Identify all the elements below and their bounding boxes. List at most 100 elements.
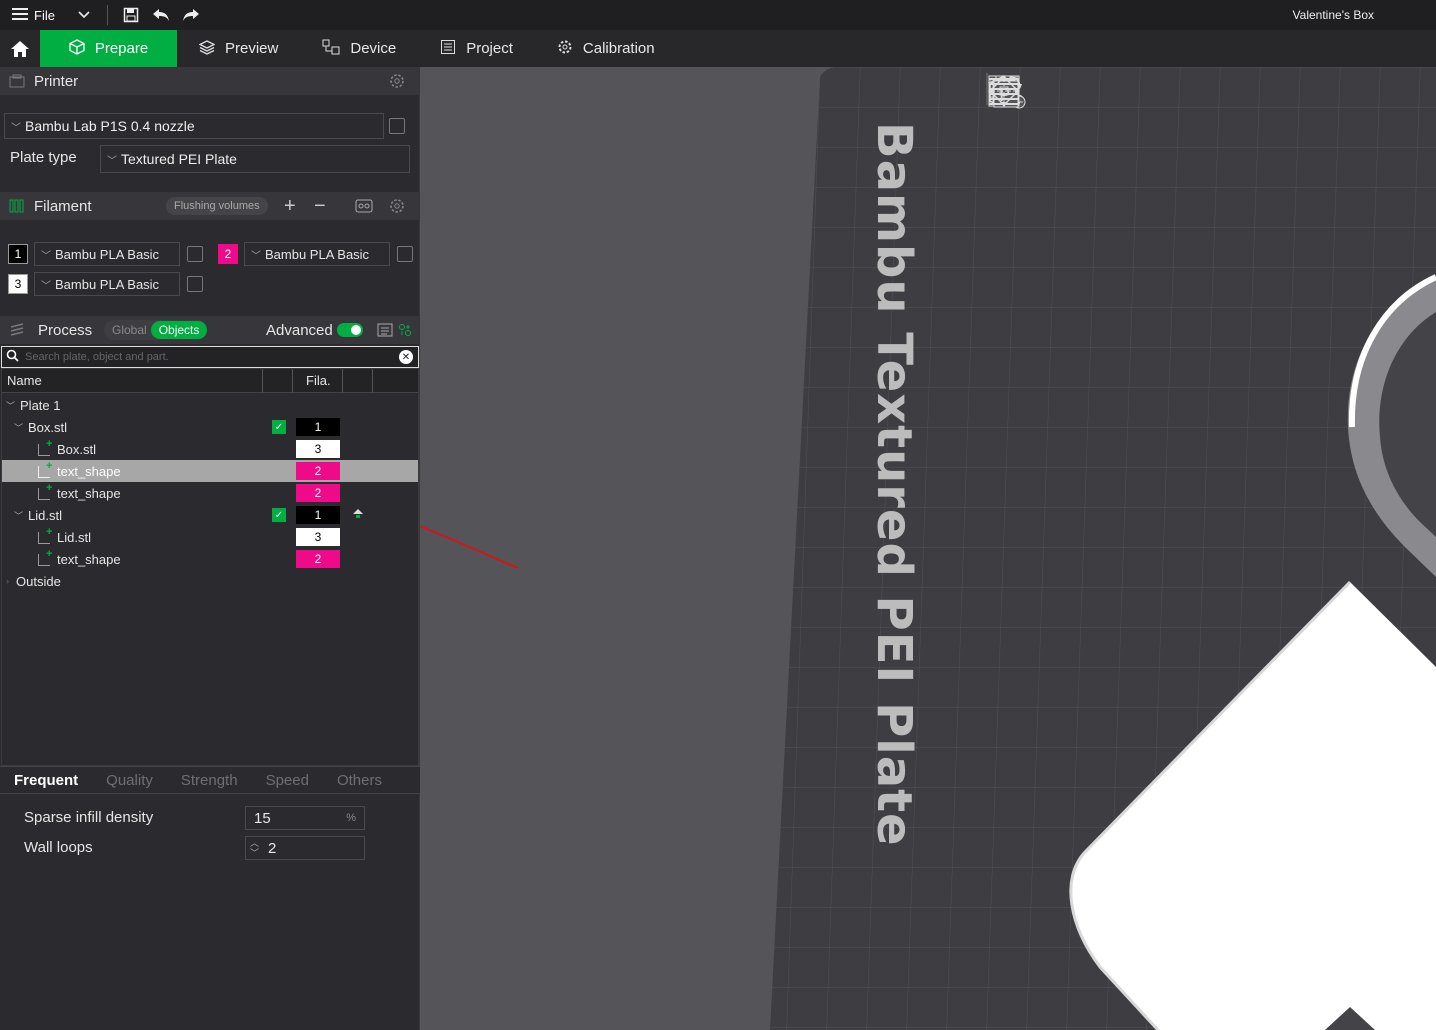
- parameter-tabs: Frequent Quality Strength Speed Others: [0, 766, 420, 794]
- grid-settings-icon[interactable]: [396, 321, 414, 339]
- redo-icon[interactable]: [176, 3, 206, 27]
- column-name-header[interactable]: Name: [7, 373, 42, 388]
- column-fila-header[interactable]: Fila.: [306, 373, 331, 388]
- filament-badge[interactable]: 2: [296, 484, 340, 502]
- column-divider: [342, 369, 343, 393]
- tab-label: Preview: [225, 40, 279, 57]
- cube-icon: [69, 38, 85, 59]
- plate-type-label: Plate type: [10, 149, 77, 166]
- edit-icon[interactable]: [187, 276, 203, 292]
- object-search-input[interactable]: Search plate, object and part. ✕: [1, 346, 419, 368]
- arrange-icon[interactable]: [988, 73, 1160, 109]
- file-menu[interactable]: File: [0, 7, 55, 24]
- tree-row-part[interactable]: + text_shape 2: [2, 548, 418, 570]
- column-divider: [262, 369, 263, 393]
- tab-label: Prepare: [94, 40, 149, 57]
- visibility-checkbox[interactable]: ✓: [272, 420, 286, 434]
- annotation-arrow: [420, 525, 519, 569]
- add-filament-icon[interactable]: +: [284, 195, 296, 218]
- printer-select[interactable]: ﹀ Bambu Lab P1S 0.4 nozzle: [4, 113, 384, 139]
- stepper-arrows-icon[interactable]: ︿ ﹀: [250, 838, 259, 858]
- tab-quality[interactable]: Quality: [92, 772, 167, 789]
- filament-badge[interactable]: 3: [296, 440, 340, 458]
- tab-strength[interactable]: Strength: [167, 772, 252, 789]
- gear-icon: [557, 39, 573, 59]
- filament-name: Bambu PLA Basic: [55, 246, 160, 262]
- edit-icon[interactable]: [389, 118, 405, 134]
- file-menu-label: File: [34, 7, 55, 23]
- filament-badge[interactable]: 1: [296, 506, 340, 524]
- object-list: Name Fila. ﹀ Plate 1 ﹀ Box.stl ✓ 1 + Box…: [1, 368, 419, 766]
- filament-badge[interactable]: 1: [296, 418, 340, 436]
- tree-row-object[interactable]: ﹀ Box.stl ✓ 1: [2, 416, 418, 438]
- filament-section-header: Filament Flushing volumes + −: [0, 192, 420, 220]
- tab-device[interactable]: Device: [300, 30, 418, 67]
- sparse-infill-label: Sparse infill density: [24, 809, 154, 826]
- filament-badge[interactable]: 2: [296, 550, 340, 568]
- settings-icon[interactable]: [388, 72, 406, 90]
- rotate-icon[interactable]: [988, 73, 1410, 109]
- plate-type-select[interactable]: ﹀ Textured PEI Plate: [100, 145, 410, 173]
- filament-badge[interactable]: 3: [296, 528, 340, 546]
- tab-calibration[interactable]: Calibration: [535, 30, 677, 67]
- visibility-checkbox[interactable]: ✓: [272, 508, 286, 522]
- tab-frequent[interactable]: Frequent: [0, 772, 92, 789]
- printer-icon: [8, 72, 26, 90]
- 3d-viewport[interactable]: Bambu Textured PEI Plate AUTO P: [420, 67, 1436, 1030]
- split-objects-icon[interactable]: [990, 73, 1206, 109]
- tab-speed[interactable]: Speed: [252, 772, 323, 789]
- tab-project[interactable]: Project: [418, 30, 535, 67]
- chevron-down-icon: ﹀: [11, 122, 21, 134]
- tree-row-label: text_shape: [57, 551, 121, 567]
- edit-icon[interactable]: [397, 246, 413, 262]
- printer-section-header: Printer: [0, 67, 420, 95]
- add-plate-icon[interactable]: [988, 73, 1068, 109]
- part-add-icon: +: [46, 526, 53, 538]
- clear-search-icon[interactable]: ✕: [399, 350, 413, 364]
- filament-badge[interactable]: 2: [296, 462, 340, 480]
- global-toggle[interactable]: Global: [112, 323, 147, 337]
- tree-row-part[interactable]: + Lid.stl 3: [2, 526, 418, 548]
- filament-slot-number: 2: [218, 244, 238, 264]
- layer-editing-icon[interactable]: [989, 73, 1298, 109]
- filament-select[interactable]: ﹀ Bambu PLA Basic: [34, 272, 180, 296]
- filament-select[interactable]: ﹀ Bambu PLA Basic: [34, 242, 180, 266]
- edit-icon[interactable]: [187, 246, 203, 262]
- tree-row-plate[interactable]: › Outside: [2, 570, 418, 592]
- save-icon[interactable]: [116, 3, 146, 27]
- home-icon[interactable]: [0, 30, 40, 67]
- tree-row-plate[interactable]: ﹀ Plate 1: [2, 394, 418, 416]
- sparse-infill-input[interactable]: 15 %: [245, 806, 365, 830]
- window-title: Valentine's Box: [1292, 8, 1374, 22]
- sync-ams-icon[interactable]: [355, 197, 373, 215]
- part-add-icon: +: [46, 482, 53, 494]
- tree-row-part[interactable]: + Box.stl 3: [2, 438, 418, 460]
- tab-others[interactable]: Others: [323, 772, 396, 789]
- list-icon[interactable]: [376, 321, 394, 339]
- tree-row-part-selected[interactable]: + text_shape 2: [2, 460, 418, 482]
- tree-row-object[interactable]: ﹀ Lid.stl ✓ 1: [2, 504, 418, 526]
- split-parts-icon[interactable]: P: [988, 73, 1252, 109]
- plate-type-value: Textured PEI Plate: [121, 151, 237, 167]
- wall-loops-stepper[interactable]: ︿ ﹀ 2: [245, 836, 365, 860]
- tab-label: Calibration: [582, 40, 655, 57]
- flushing-volumes-button[interactable]: Flushing volumes: [166, 197, 268, 215]
- main-tab-bar: Prepare Preview Device Project Calibrati…: [0, 30, 1436, 67]
- auto-orient-icon[interactable]: AUTO: [988, 73, 1114, 109]
- tab-preview[interactable]: Preview: [177, 30, 300, 67]
- tree-row-label: Outside: [16, 573, 61, 589]
- printer-name: Bambu Lab P1S 0.4 nozzle: [25, 118, 195, 134]
- objects-toggle[interactable]: Objects: [150, 321, 208, 339]
- settings-icon[interactable]: [388, 197, 406, 215]
- filament-select[interactable]: ﹀ Bambu PLA Basic: [244, 242, 390, 266]
- undo-icon[interactable]: [146, 3, 176, 27]
- tab-prepare[interactable]: Prepare: [40, 30, 177, 67]
- advanced-toggle[interactable]: [337, 323, 363, 337]
- move-icon[interactable]: [988, 73, 1364, 109]
- tree-row-part[interactable]: + text_shape 2: [2, 482, 418, 504]
- paint-icon[interactable]: [352, 507, 364, 522]
- remove-filament-icon[interactable]: −: [314, 195, 326, 218]
- chevron-down-icon: ﹀: [6, 400, 16, 411]
- viewport-toolbar: AUTO P: [986, 73, 1410, 109]
- chevron-down-icon[interactable]: [69, 3, 99, 27]
